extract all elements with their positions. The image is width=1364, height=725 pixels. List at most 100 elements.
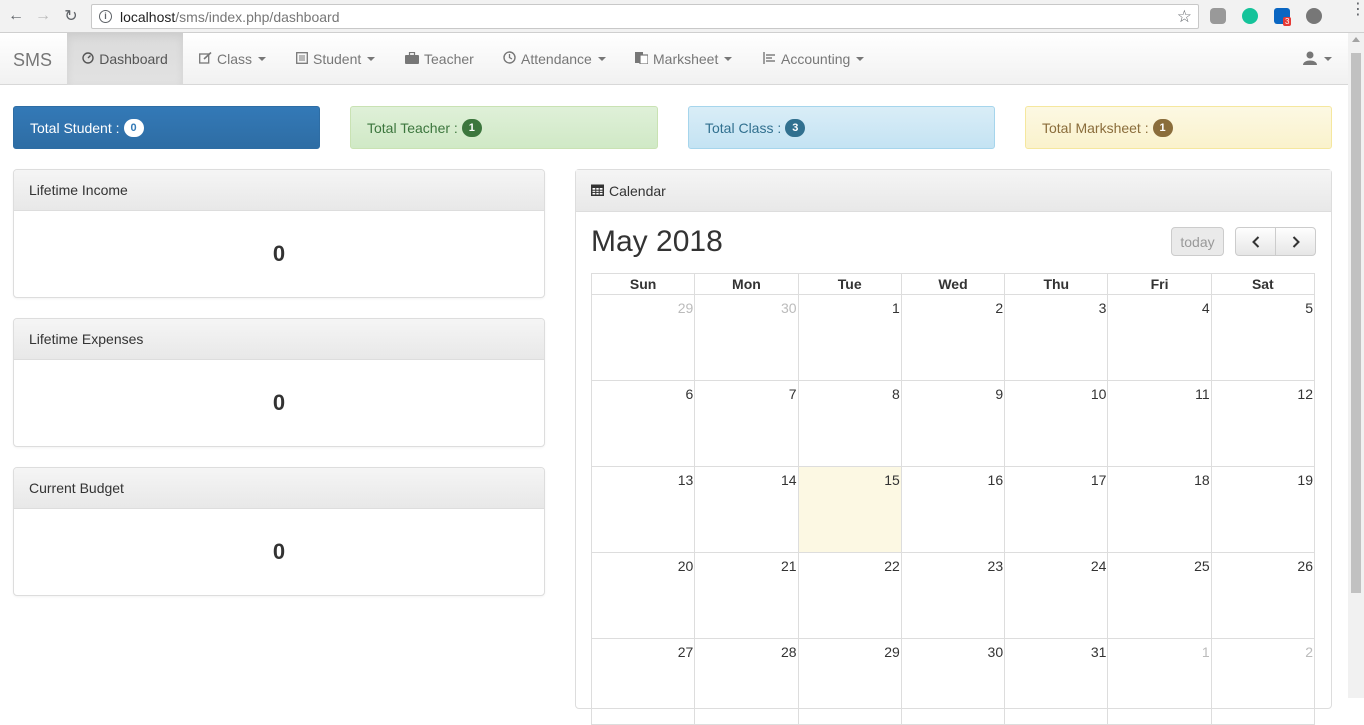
day-cell[interactable]: 14 [694, 466, 799, 553]
chevron-down-icon [258, 57, 267, 61]
day-cell[interactable]: 5 [1210, 294, 1316, 381]
calendar-heading-label: Calendar [609, 182, 666, 199]
total-marksheet-label: Total Marksheet : [1042, 119, 1149, 136]
nav-dashboard[interactable]: Dashboard [67, 33, 183, 85]
day-cell[interactable]: 13 [590, 466, 696, 553]
navbar: SMS Dashboard Class Student Teacher Atte… [0, 33, 1348, 85]
day-cell[interactable]: 7 [694, 380, 799, 467]
weekday-header: Tue [797, 273, 902, 295]
nav-marksheet[interactable]: Marksheet [635, 33, 733, 85]
day-cell[interactable]: 24 [1004, 552, 1109, 639]
calendar-week-row: 6 7 8 9 10 11 12 [590, 380, 1316, 467]
total-marksheet-badge: 1 [1152, 118, 1173, 137]
weekday-header-row: Sun Mon Tue Wed Thu Fri Sat [590, 273, 1316, 295]
panel-heading: Current Budget [14, 468, 544, 509]
weekday-header: Fri [1107, 273, 1212, 295]
day-cell[interactable]: 9 [900, 380, 1006, 467]
calendar-panel: Calendar May 2018 today Sun Mon Tue Wed … [575, 169, 1332, 725]
lifetime-income-panel: Lifetime Income 0 [13, 169, 545, 298]
address-bar[interactable]: i localhost/sms/index.php/dashboard ☆ [91, 4, 1199, 29]
day-cell[interactable]: 2 [900, 294, 1006, 381]
menu-kebab-icon[interactable]: ⋮ [1350, 2, 1364, 18]
day-cell[interactable]: 1 [797, 294, 902, 381]
total-class-box[interactable]: Total Class : 3 [688, 106, 995, 149]
today-button[interactable]: today [1171, 227, 1224, 256]
lifetime-income-value: 0 [272, 241, 286, 266]
total-student-box[interactable]: Total Student : 0 [13, 106, 320, 149]
day-cell[interactable]: 17 [1004, 466, 1109, 553]
day-cell[interactable]: 25 [1107, 552, 1212, 639]
bookmark-star-icon[interactable]: ☆ [1177, 7, 1192, 27]
total-teacher-badge: 1 [461, 118, 482, 137]
lifetime-expenses-panel: Lifetime Expenses 0 [13, 318, 545, 447]
nav-class-label: Class [217, 51, 253, 67]
user-menu[interactable] [1303, 33, 1332, 85]
nav-attendance-label: Attendance [521, 51, 592, 67]
day-cell[interactable]: 11 [1107, 380, 1212, 467]
day-cell[interactable]: 21 [694, 552, 799, 639]
day-cell[interactable]: 26 [1210, 552, 1316, 639]
nav-student[interactable]: Student [296, 33, 376, 85]
scrollbar-thumb[interactable] [1351, 53, 1361, 593]
grammarly-icon[interactable] [1242, 8, 1258, 24]
extension-shield-icon[interactable] [1210, 8, 1226, 24]
day-cell[interactable]: 4 [1107, 294, 1212, 381]
day-cell-today[interactable]: 15 [797, 466, 902, 553]
next-month-button[interactable] [1275, 227, 1316, 256]
calendar-icon [591, 183, 604, 199]
total-marksheet-box[interactable]: Total Marksheet : 1 [1025, 106, 1332, 149]
extension-badge: 3 [1283, 17, 1292, 26]
scroll-up-arrow[interactable] [1352, 37, 1360, 42]
extension-globe-icon[interactable] [1306, 8, 1322, 24]
lifetime-expenses-value: 0 [272, 390, 286, 415]
linkedin-icon[interactable]: 3 [1274, 8, 1292, 26]
day-cell[interactable]: 27 [590, 638, 696, 725]
day-cell[interactable]: 12 [1210, 380, 1316, 467]
chevron-down-icon [597, 57, 606, 61]
calendar-week-row: 27 28 29 30 31 1 2 [590, 638, 1316, 725]
day-cell[interactable]: 30 [694, 294, 799, 381]
browser-toolbar: ← → ↻ i localhost/sms/index.php/dashboar… [0, 0, 1364, 33]
weekday-header: Wed [900, 273, 1006, 295]
calendar-title: May 2018 [591, 225, 723, 258]
nav-accounting[interactable]: Accounting [762, 33, 865, 85]
day-cell[interactable]: 10 [1004, 380, 1109, 467]
chevron-down-icon [856, 57, 865, 61]
total-student-badge: 0 [123, 118, 144, 137]
day-cell[interactable]: 20 [590, 552, 696, 639]
day-cell[interactable]: 28 [694, 638, 799, 725]
day-cell[interactable]: 19 [1210, 466, 1316, 553]
day-cell[interactable]: 1 [1107, 638, 1212, 725]
total-teacher-box[interactable]: Total Teacher : 1 [350, 106, 658, 149]
day-cell[interactable]: 23 [900, 552, 1006, 639]
day-cell[interactable]: 3 [1004, 294, 1109, 381]
back-icon[interactable]: ← [6, 6, 26, 26]
day-cell[interactable]: 8 [797, 380, 902, 467]
calendar-grid: Sun Mon Tue Wed Thu Fri Sat 29 30 1 2 3 … [590, 273, 1316, 725]
page-scrollbar[interactable] [1348, 33, 1364, 698]
day-cell[interactable]: 6 [590, 380, 696, 467]
nav-class[interactable]: Class [199, 33, 267, 85]
day-cell[interactable]: 16 [900, 466, 1006, 553]
prev-month-button[interactable] [1235, 227, 1276, 256]
day-cell[interactable]: 29 [590, 294, 696, 381]
nav-marksheet-label: Marksheet [653, 51, 719, 67]
forward-icon[interactable]: → [33, 6, 53, 26]
nav-attendance[interactable]: Attendance [503, 33, 606, 85]
day-cell[interactable]: 2 [1210, 638, 1316, 725]
nav-teacher[interactable]: Teacher [405, 33, 474, 85]
chevron-left-icon [1251, 235, 1259, 248]
reload-icon[interactable]: ↻ [61, 6, 81, 26]
paste-icon [635, 51, 649, 67]
day-cell[interactable]: 18 [1107, 466, 1212, 553]
brand[interactable]: SMS [13, 50, 52, 71]
briefcase-icon [405, 51, 419, 67]
day-cell[interactable]: 22 [797, 552, 902, 639]
day-cell[interactable]: 29 [797, 638, 902, 725]
info-icon[interactable]: i [99, 10, 112, 23]
day-cell[interactable]: 30 [900, 638, 1006, 725]
day-cell[interactable]: 31 [1004, 638, 1109, 725]
nav-student-label: Student [313, 51, 362, 67]
panel-heading: Lifetime Expenses [14, 319, 544, 360]
weekday-header: Thu [1004, 273, 1109, 295]
